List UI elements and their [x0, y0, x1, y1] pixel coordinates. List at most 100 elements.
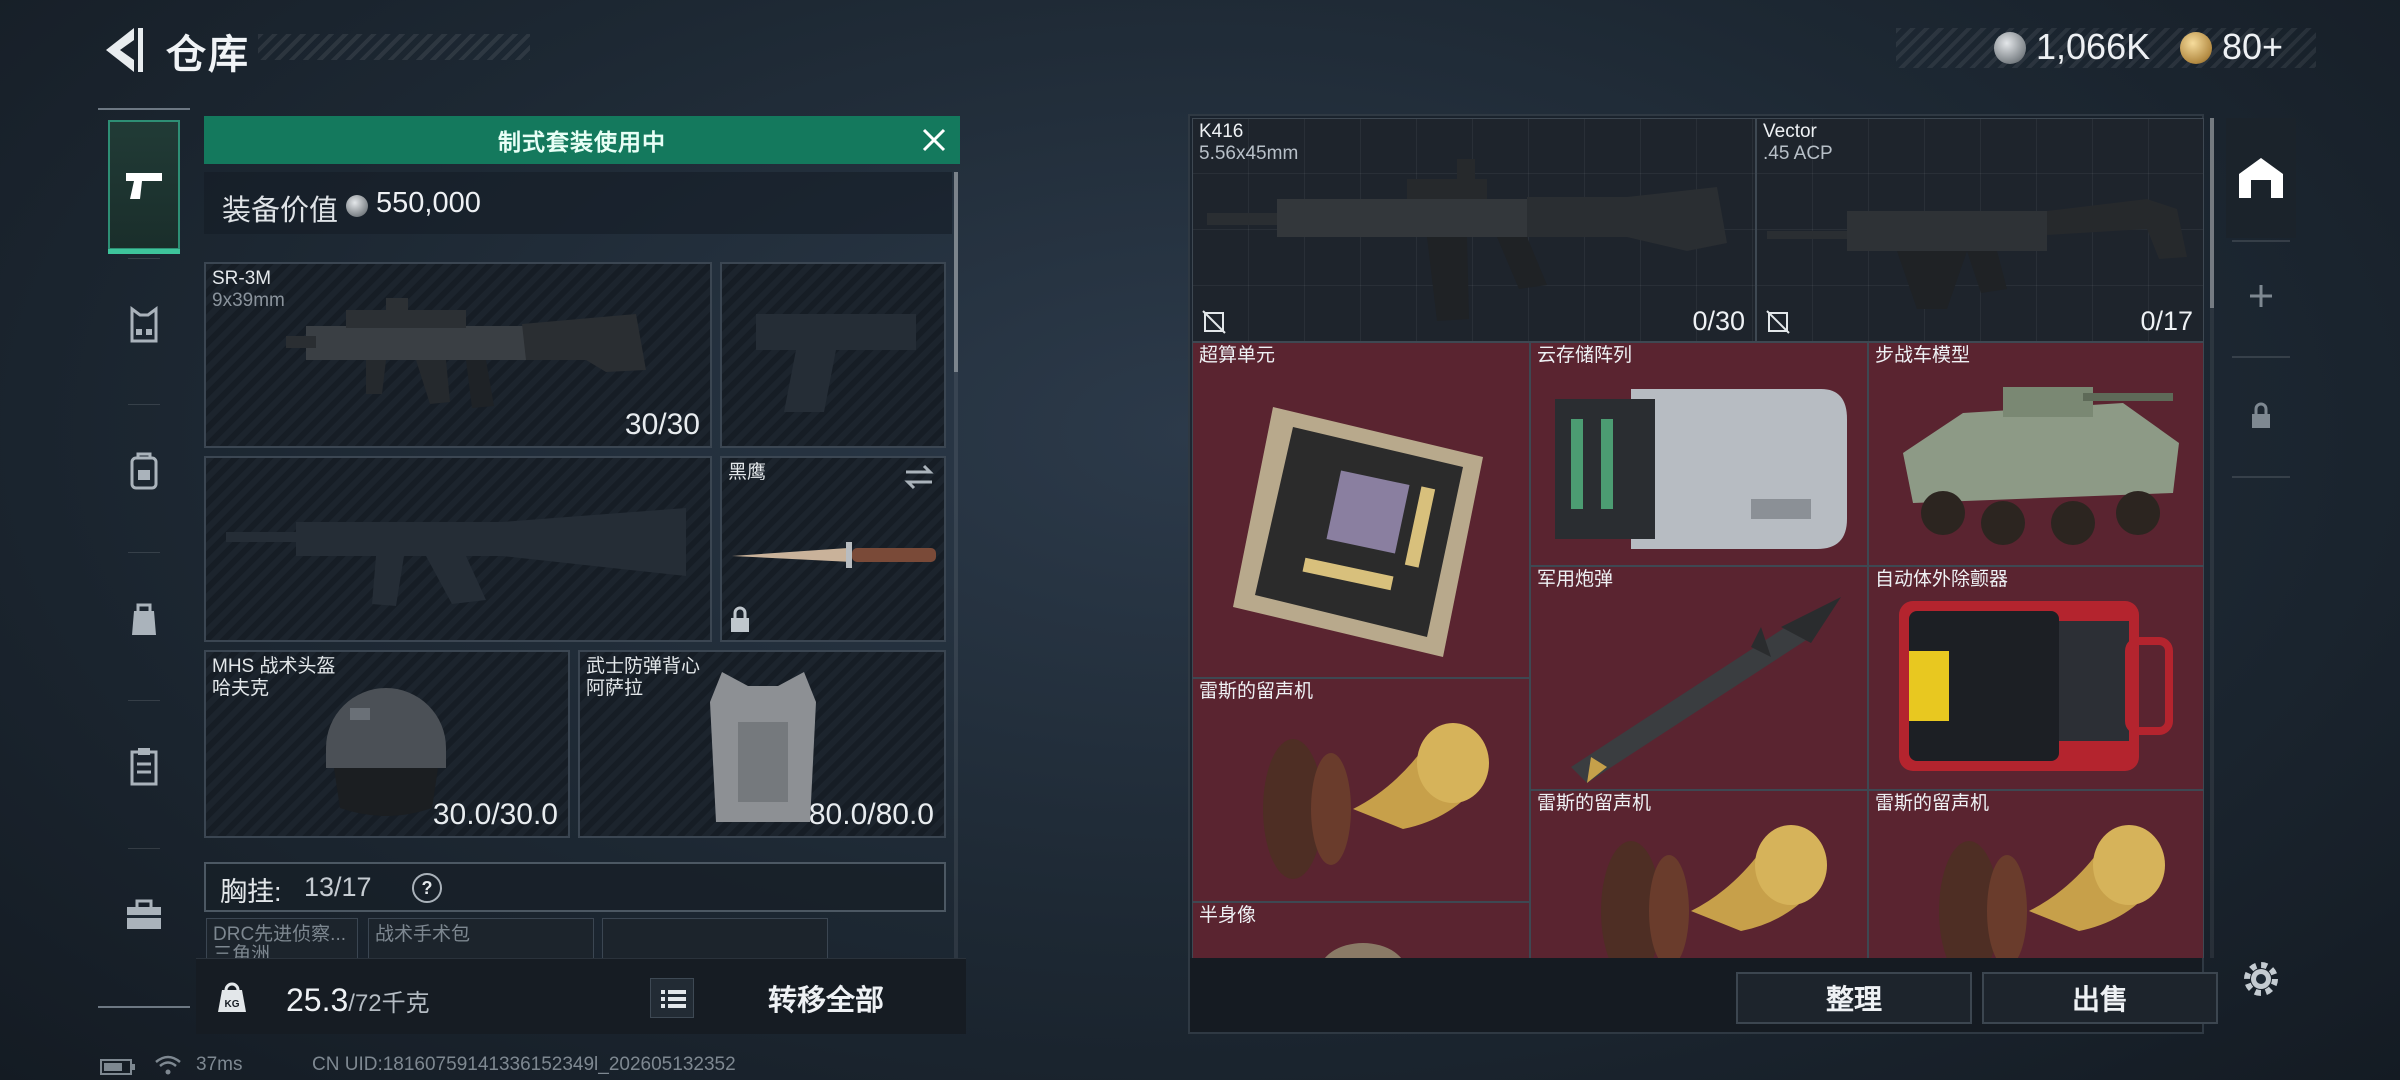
- lock-icon: [731, 606, 749, 632]
- storage-item-bust[interactable]: 半身像: [1192, 902, 1530, 958]
- weapon-caliber: 9x39mm: [212, 290, 285, 311]
- side-tab-add[interactable]: [2226, 256, 2296, 336]
- gear-icon[interactable]: [2238, 956, 2284, 1002]
- storage-scroll-thumb[interactable]: [2210, 118, 2214, 308]
- warehouse-icon: [2239, 158, 2283, 198]
- rail-divider: [128, 404, 160, 405]
- armor-name: 武士防弹背心: [586, 656, 701, 677]
- storage-array-icon: [1555, 389, 1847, 549]
- loadout-scroll-thumb[interactable]: [954, 172, 958, 372]
- rail-tab-case[interactable]: [108, 850, 180, 980]
- storage-item-gramophone[interactable]: 雷斯的留声机: [1530, 790, 1868, 958]
- item-name: 云存储阵列: [1537, 345, 1633, 366]
- loadout-value-label: 装备价值: [222, 195, 339, 227]
- transfer-all-button[interactable]: 转移全部: [706, 972, 946, 1024]
- vest-icon: [130, 306, 158, 343]
- storage-item-supercomputer[interactable]: 超算单元: [1192, 342, 1530, 678]
- rail-divider: [98, 108, 190, 110]
- weight-unit-text: KG: [225, 999, 240, 1010]
- kit-banner-text: 制式套装使用中: [498, 129, 666, 155]
- briefcase-icon: [127, 899, 161, 929]
- weapon-ammo-count: 0/30: [1692, 306, 1745, 336]
- swap-icon[interactable]: [902, 464, 936, 490]
- loadout-value: 550,000: [376, 187, 481, 219]
- list-view-button[interactable]: [650, 978, 694, 1018]
- chest-item-name: 战术手术包: [375, 924, 471, 945]
- page-title: 仓库: [166, 33, 250, 77]
- side-tab-divider: [2232, 356, 2290, 358]
- weapon-name: SR-3M: [212, 268, 272, 289]
- secondary-weapon-slot[interactable]: [204, 456, 712, 642]
- carry-weight-max: /72千克: [348, 990, 430, 1017]
- close-icon[interactable]: [918, 124, 950, 156]
- backpack-icon: [130, 452, 158, 490]
- weapon-ammo-count: 0/17: [2140, 306, 2193, 336]
- user-uid: CN UID:18160759141336152349l_20260513235…: [312, 1054, 736, 1075]
- rail-divider: [98, 1006, 190, 1008]
- side-tab-warehouse[interactable]: [2226, 118, 2296, 238]
- bust-icon: [1324, 943, 1402, 958]
- storage-item-ifv-model[interactable]: 步战车模型: [1868, 342, 2204, 566]
- pouch-icon: [132, 603, 156, 635]
- rail-tab-weapons[interactable]: [108, 120, 180, 254]
- sort-button[interactable]: 整理: [1736, 972, 1972, 1024]
- sr3m-rifle-icon: [286, 298, 646, 408]
- gramophone-icon: [1939, 825, 2165, 958]
- category-rail: [98, 108, 190, 1008]
- no-ammo-icon: [1202, 310, 1226, 334]
- gramophone-icon: [1263, 723, 1489, 879]
- kit-in-use-banner: 制式套装使用中: [204, 116, 960, 164]
- storage-item-artillery-shell[interactable]: 军用炮弹: [1530, 566, 1868, 790]
- melee-slot[interactable]: 黑鹰: [720, 456, 946, 642]
- help-icon[interactable]: ?: [412, 873, 442, 903]
- storage-item-vector[interactable]: Vector .45 ACP 0/17: [1756, 118, 2204, 342]
- gold-currency-value[interactable]: 80+: [2222, 26, 2283, 68]
- title-decoration: [258, 34, 530, 60]
- storage-item-gramophone[interactable]: 雷斯的留声机: [1868, 790, 2204, 958]
- pistol-silhouette-icon: [756, 314, 916, 412]
- ping-readout: 37ms: [196, 1054, 243, 1075]
- wifi-icon: [155, 1055, 181, 1075]
- storage-item-gramophone[interactable]: 雷斯的留声机: [1192, 678, 1530, 902]
- item-name: 半身像: [1199, 905, 1257, 926]
- carry-weight: 25.3/72千克: [286, 982, 430, 1019]
- primary-weapon-slot[interactable]: SR-3M 9x39mm 30/30: [204, 262, 712, 448]
- side-tab-divider: [2232, 240, 2290, 242]
- helmet-slot[interactable]: MHS 战术头盔 哈夫克 30.0/30.0: [204, 650, 570, 838]
- silver-coin-icon: [1994, 32, 2026, 64]
- storage-item-k416[interactable]: K416 5.56x45mm 0/30: [1192, 118, 1756, 342]
- side-tab-locked[interactable]: [2226, 376, 2296, 456]
- rail-tab-backpack[interactable]: [108, 406, 180, 536]
- storage-item-cloud-storage[interactable]: 云存储阵列: [1530, 342, 1868, 566]
- weapon-ammo-count: 30/30: [624, 408, 700, 441]
- chest-rig-label: 胸挂:: [220, 877, 282, 907]
- storage-grid[interactable]: K416 5.56x45mm 0/30 Vector .45 ACP 0/17 …: [1192, 118, 2206, 958]
- item-name: 雷斯的留声机: [1199, 681, 1314, 702]
- sell-button[interactable]: 出售: [1982, 972, 2218, 1024]
- armored-vehicle-icon: [1903, 387, 2179, 545]
- armor-slot[interactable]: 武士防弹背心 阿萨拉 80.0/80.0: [578, 650, 946, 838]
- gold-coin-icon: [2180, 32, 2212, 64]
- chest-item-slot[interactable]: DRC先进侦察... 三角洲: [206, 918, 358, 960]
- back-arrow-icon[interactable]: [96, 22, 146, 78]
- pistol-icon: [126, 173, 162, 199]
- rail-tab-pouch[interactable]: [108, 554, 180, 684]
- missile-icon: [1571, 597, 1841, 783]
- clipboard-icon: [130, 748, 158, 786]
- chest-item-slot[interactable]: 战术手术包: [368, 918, 594, 960]
- no-ammo-icon: [1766, 310, 1790, 334]
- vector-smg-icon: [1767, 199, 2187, 309]
- list-icon: [661, 990, 686, 1008]
- battery-icon: [100, 1059, 135, 1075]
- storage-item-defibrillator[interactable]: 自动体外除颤器: [1868, 566, 2204, 790]
- item-name: 雷斯的留声机: [1537, 793, 1652, 814]
- armor-durability: 80.0/80.0: [808, 798, 934, 831]
- sidearm-slot[interactable]: [720, 262, 946, 448]
- rail-tab-armor[interactable]: [108, 260, 180, 390]
- armor-brand: 阿萨拉: [586, 678, 644, 699]
- rail-tab-clipboard[interactable]: [108, 702, 180, 832]
- circuit-board-icon: [1233, 407, 1483, 657]
- rifle-silhouette-icon: [226, 508, 686, 606]
- chest-item-slot[interactable]: [602, 918, 828, 960]
- gramophone-icon: [1601, 825, 1827, 958]
